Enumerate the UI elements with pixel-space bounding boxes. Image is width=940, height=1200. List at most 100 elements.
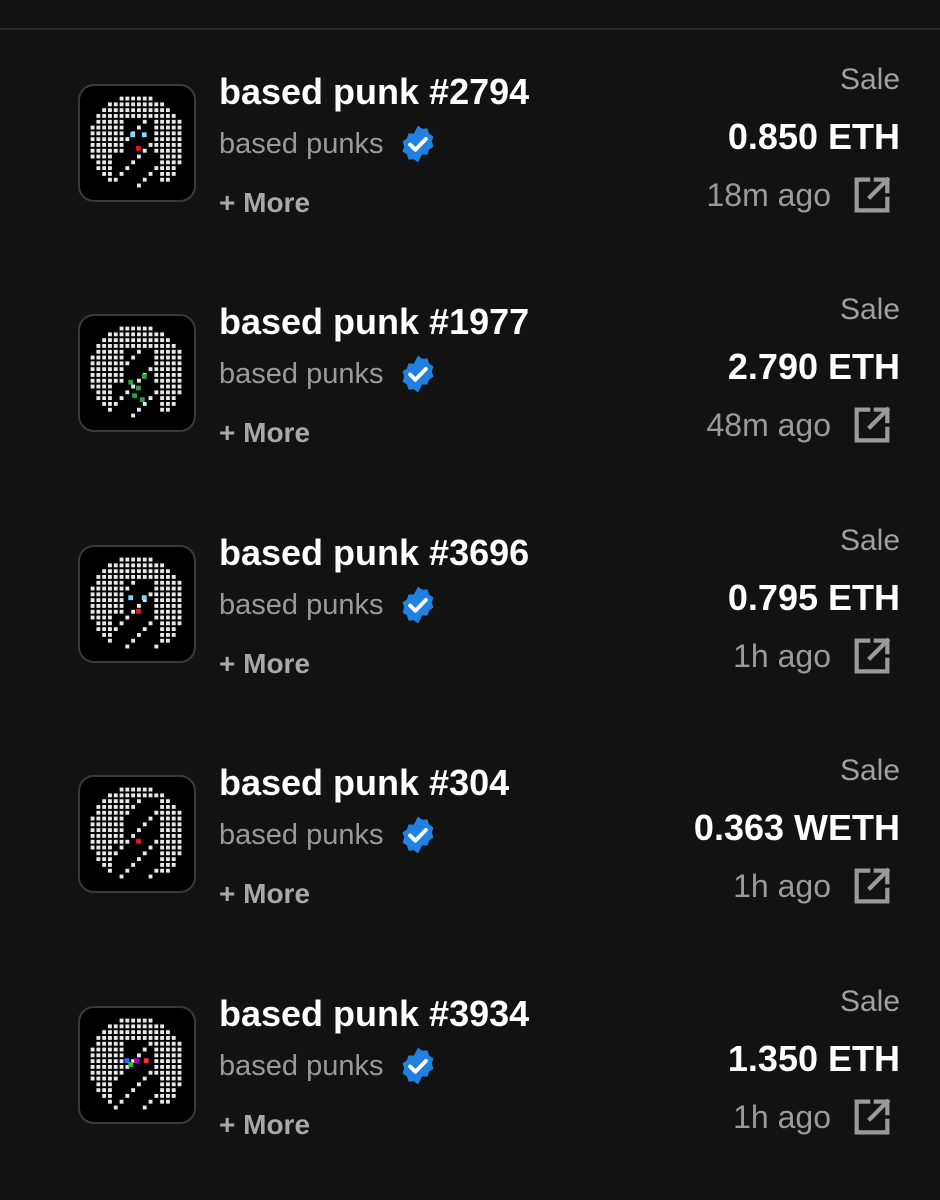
punk-pixel <box>154 586 159 591</box>
punk-pixel <box>113 586 118 591</box>
punk-pixel <box>119 338 124 343</box>
nft-thumbnail[interactable] <box>78 545 196 663</box>
collection-label: based punks <box>219 589 384 621</box>
sale-price: 2.790 ETH <box>727 346 900 387</box>
punk-pixel <box>119 119 124 124</box>
punk-pixel <box>96 349 101 354</box>
item-name-link[interactable]: based punk #304 <box>219 761 509 805</box>
item-name-link[interactable]: based punk #3934 <box>219 992 529 1036</box>
punk-pixel <box>102 810 107 815</box>
punk-pixel <box>160 367 165 372</box>
punk-pixel <box>113 102 118 107</box>
more-button[interactable]: + More <box>219 1107 310 1143</box>
punk-pixel <box>90 378 95 383</box>
punk-accent-pixel <box>141 373 147 379</box>
collection-name[interactable]: based punks <box>219 586 439 624</box>
punk-pixel <box>119 834 124 838</box>
punk-pixel <box>119 125 124 130</box>
punk-pixel <box>108 378 112 383</box>
activity-row[interactable]: based punk #3934 based punks + More Sale… <box>0 985 940 1192</box>
punk-pixel <box>177 154 182 159</box>
punk-pixel <box>160 401 165 406</box>
more-button[interactable]: + More <box>219 646 310 682</box>
external-link-icon[interactable] <box>849 633 895 679</box>
punk-pixel <box>113 355 118 360</box>
activity-row[interactable]: based punk #1977 based punks + More Sale… <box>0 293 940 500</box>
punk-pixel <box>96 143 101 147</box>
punk-pixel <box>96 1059 101 1064</box>
nft-thumbnail[interactable] <box>78 84 196 202</box>
punk-pixel <box>113 793 118 798</box>
punk-pixel <box>154 119 159 124</box>
collection-name[interactable]: based punks <box>219 816 439 854</box>
punk-pixel <box>142 569 147 574</box>
activity-row[interactable]: based punk #2794 based punks + More Sale… <box>0 63 940 270</box>
punk-pixel <box>102 361 107 366</box>
nft-thumbnail[interactable] <box>78 314 196 432</box>
punk-pixel <box>165 1059 170 1064</box>
item-name-link[interactable]: based punk #1977 <box>219 300 529 344</box>
punk-pixel <box>160 1030 165 1035</box>
punk-pixel <box>171 615 176 620</box>
punk-pixel <box>171 160 176 165</box>
punk-pixel <box>171 839 176 844</box>
punk-pixel <box>113 1030 118 1035</box>
punk-pixel <box>108 1041 112 1046</box>
punk-pixel <box>113 592 118 597</box>
punk-pixel <box>119 839 124 844</box>
punk-pixel <box>171 851 176 856</box>
punk-pixel <box>96 378 101 383</box>
punk-pixel <box>171 1076 176 1081</box>
punk-pixel <box>160 839 165 844</box>
punk-pixel <box>96 1082 101 1087</box>
punk-pixel <box>137 1024 141 1029</box>
nft-thumbnail[interactable] <box>78 1006 196 1124</box>
punk-pixel <box>90 355 95 360</box>
punk-pixel <box>154 1047 159 1052</box>
punk-pixel <box>108 1059 112 1064</box>
punk-pixel <box>108 137 112 142</box>
punk-pixel <box>171 604 176 608</box>
punk-pixel <box>108 1036 112 1040</box>
punk-pixel <box>108 1099 112 1104</box>
event-type: Sale <box>839 63 900 96</box>
punk-pixel <box>108 615 112 620</box>
activity-row[interactable]: based punk #3696 based punks + More Sale… <box>0 524 940 731</box>
nft-thumbnail[interactable] <box>78 775 196 893</box>
punk-pixel <box>125 575 130 579</box>
activity-row[interactable]: based punk #304 based punks + More Sale … <box>0 754 940 961</box>
punk-pixel <box>113 627 118 632</box>
punk-pixel <box>154 1093 159 1098</box>
external-link-icon[interactable] <box>849 402 895 448</box>
external-link-icon[interactable] <box>849 1094 895 1140</box>
punk-pixel <box>96 367 101 372</box>
punk-pixel <box>113 373 118 377</box>
punk-pixel <box>131 793 136 798</box>
more-button[interactable]: + More <box>219 876 310 912</box>
external-link-icon[interactable] <box>849 863 895 909</box>
punk-pixel <box>96 828 101 833</box>
punk-pixel <box>108 102 112 107</box>
more-button[interactable]: + More <box>219 185 310 221</box>
punk-pixel <box>102 344 107 348</box>
punk-pixel <box>113 828 118 833</box>
punk-pixel <box>165 604 170 608</box>
item-name-link[interactable]: based punk #3696 <box>219 531 529 575</box>
item-name-link[interactable]: based punk #2794 <box>219 70 529 114</box>
punk-pixel <box>96 1053 101 1058</box>
punk-pixel <box>102 609 107 614</box>
more-button[interactable]: + More <box>219 415 310 451</box>
punk-pixel <box>165 845 170 850</box>
punk-pixel <box>177 1053 182 1058</box>
punk-pixel <box>90 598 95 603</box>
collection-name[interactable]: based punks <box>219 1047 439 1085</box>
collection-name[interactable]: based punks <box>219 125 439 163</box>
collection-name[interactable]: based punks <box>219 355 439 393</box>
punk-pixel <box>102 108 107 113</box>
punk-pixel <box>108 575 112 579</box>
punk-pixel <box>165 367 170 372</box>
punk-pixel <box>90 1053 95 1058</box>
punk-pixel <box>131 1088 136 1093</box>
external-link-icon[interactable] <box>849 172 895 218</box>
punk-pixel <box>102 1088 107 1093</box>
